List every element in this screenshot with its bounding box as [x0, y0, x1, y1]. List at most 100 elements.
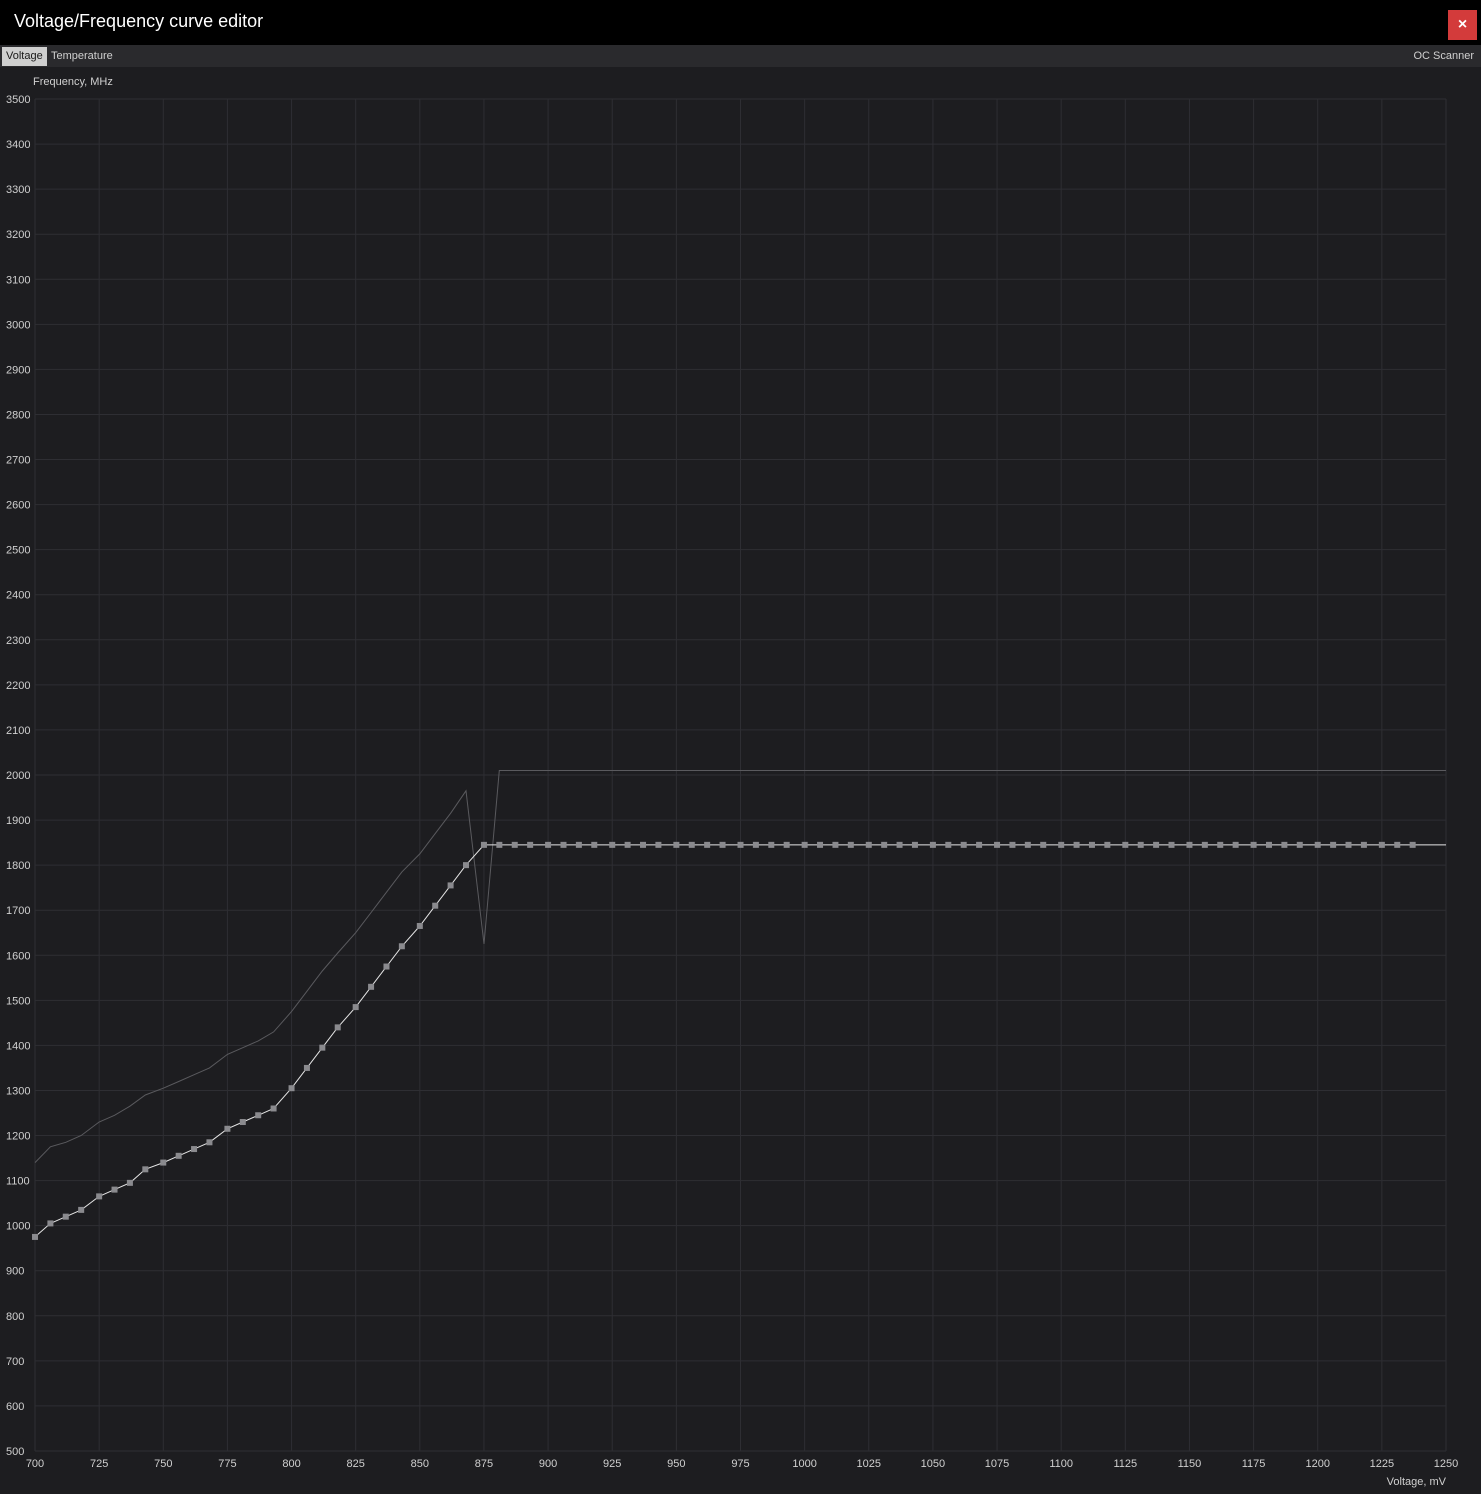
vf-curve-point[interactable]	[673, 841, 680, 848]
vf-curve-point[interactable]	[334, 1024, 341, 1031]
vf-curve-point[interactable]	[383, 963, 390, 970]
vf-curve-point[interactable]	[352, 1004, 359, 1011]
y-tick-label: 900	[6, 1266, 24, 1278]
vf-curve-point[interactable]	[111, 1186, 118, 1193]
vf-curve-point[interactable]	[160, 1159, 167, 1166]
vf-curve-point[interactable]	[865, 841, 872, 848]
vf-curve-point[interactable]	[32, 1233, 38, 1240]
vf-curve-point[interactable]	[704, 841, 711, 848]
x-tick-label: 725	[90, 1458, 108, 1470]
vf-curve-point[interactable]	[462, 862, 469, 869]
x-tick-label: 1125	[1113, 1458, 1137, 1470]
vf-curve-point[interactable]	[655, 841, 662, 848]
vf-curve-point[interactable]	[545, 841, 552, 848]
vf-curve-point[interactable]	[624, 841, 631, 848]
vf-curve-point[interactable]	[832, 841, 839, 848]
vf-curve-point[interactable]	[142, 1166, 149, 1173]
vf-curve-point[interactable]	[1040, 841, 1047, 848]
vf-curve-point[interactable]	[960, 841, 967, 848]
vf-curve-point[interactable]	[1088, 841, 1095, 848]
y-tick-label: 600	[6, 1401, 24, 1413]
y-tick-label: 2700	[6, 455, 30, 467]
vf-curve-point[interactable]	[1409, 841, 1416, 848]
vf-curve-point[interactable]	[96, 1193, 103, 1200]
vf-curve-point[interactable]	[1201, 841, 1208, 848]
vf-curve-point[interactable]	[239, 1119, 246, 1126]
vf-curve-point[interactable]	[1345, 841, 1352, 848]
vf-curve-point[interactable]	[398, 943, 405, 950]
vf-curve-point[interactable]	[1009, 841, 1016, 848]
vf-curve-point[interactable]	[719, 841, 726, 848]
vf-curve-point[interactable]	[255, 1112, 262, 1119]
vf-curve-point[interactable]	[1058, 841, 1065, 848]
vf-curve-point[interactable]	[976, 841, 983, 848]
vf-curve-point[interactable]	[447, 882, 454, 889]
vf-curve-point[interactable]	[496, 841, 503, 848]
vf-curve-point[interactable]	[175, 1152, 182, 1159]
vf-curve-point[interactable]	[752, 841, 759, 848]
vf-curve-chart[interactable]: 500 600 700 800 900 1000 1100 1200 1300 1400 1500 1…	[0, 67, 1481, 1494]
y-tick-label: 3500	[6, 94, 30, 106]
vf-curve-point[interactable]	[1232, 841, 1239, 848]
tab-temperature[interactable]: Temperature	[47, 47, 117, 66]
vf-curve-point[interactable]	[511, 841, 518, 848]
y-tick-label: 3300	[6, 184, 30, 196]
vf-curve-point[interactable]	[1360, 841, 1367, 848]
vf-curve-point[interactable]	[1281, 841, 1288, 848]
vf-curve-point[interactable]	[688, 841, 695, 848]
vf-curve-point[interactable]	[911, 841, 918, 848]
vf-curve-point[interactable]	[78, 1206, 85, 1213]
vf-curve-point[interactable]	[288, 1085, 295, 1092]
close-button[interactable]: ×	[1448, 10, 1477, 40]
vf-curve-point[interactable]	[1024, 841, 1031, 848]
vf-curve-point[interactable]	[783, 841, 790, 848]
vf-curve-point[interactable]	[1073, 841, 1080, 848]
vf-curve-point[interactable]	[1250, 841, 1257, 848]
vf-curve-point[interactable]	[560, 841, 567, 848]
vf-curve-point[interactable]	[1137, 841, 1144, 848]
vf-curve-point[interactable]	[1330, 841, 1337, 848]
vf-curve-point[interactable]	[416, 922, 423, 929]
oc-scanner-button[interactable]: OC Scanner	[1409, 47, 1478, 66]
vf-curve-point[interactable]	[270, 1105, 277, 1112]
vf-curve-point[interactable]	[1186, 841, 1193, 848]
vf-curve-point[interactable]	[929, 841, 936, 848]
vf-curve-point[interactable]	[1296, 841, 1303, 848]
vf-curve-point[interactable]	[817, 841, 824, 848]
vf-curve-point[interactable]	[480, 841, 487, 848]
vf-curve-point[interactable]	[303, 1064, 310, 1071]
vf-curve-point[interactable]	[1153, 841, 1160, 848]
vf-curve-point[interactable]	[224, 1125, 231, 1132]
vf-curve-point[interactable]	[527, 841, 534, 848]
vf-curve-point[interactable]	[62, 1213, 69, 1220]
y-tick-label: 1700	[6, 905, 30, 917]
vf-curve-point[interactable]	[575, 841, 582, 848]
vf-curve-point[interactable]	[1394, 841, 1401, 848]
vf-curve-point[interactable]	[1104, 841, 1111, 848]
vf-curve-point[interactable]	[994, 841, 1001, 848]
vf-curve-point[interactable]	[591, 841, 598, 848]
vf-curve-point[interactable]	[896, 841, 903, 848]
vf-curve-point[interactable]	[609, 841, 616, 848]
vf-curve-point[interactable]	[737, 841, 744, 848]
vf-curve-point[interactable]	[847, 841, 854, 848]
vf-curve-point[interactable]	[191, 1146, 198, 1153]
vf-curve-point[interactable]	[1168, 841, 1175, 848]
vf-curve-point[interactable]	[945, 841, 952, 848]
vf-curve-point[interactable]	[1217, 841, 1224, 848]
vf-curve-point[interactable]	[768, 841, 775, 848]
vf-curve-point[interactable]	[1122, 841, 1129, 848]
tab-voltage[interactable]: Voltage	[2, 47, 47, 66]
vf-curve-point[interactable]	[206, 1139, 213, 1146]
vf-curve-point[interactable]	[1314, 841, 1321, 848]
vf-curve-point[interactable]	[432, 902, 439, 909]
vf-curve-point[interactable]	[319, 1044, 326, 1051]
vf-curve-point[interactable]	[801, 841, 808, 848]
vf-curve-point[interactable]	[47, 1220, 54, 1227]
vf-curve-point[interactable]	[126, 1179, 133, 1186]
vf-curve-point[interactable]	[368, 983, 375, 990]
vf-curve-point[interactable]	[1378, 841, 1385, 848]
vf-curve-point[interactable]	[881, 841, 888, 848]
vf-curve-point[interactable]	[640, 841, 647, 848]
vf-curve-point[interactable]	[1265, 841, 1272, 848]
